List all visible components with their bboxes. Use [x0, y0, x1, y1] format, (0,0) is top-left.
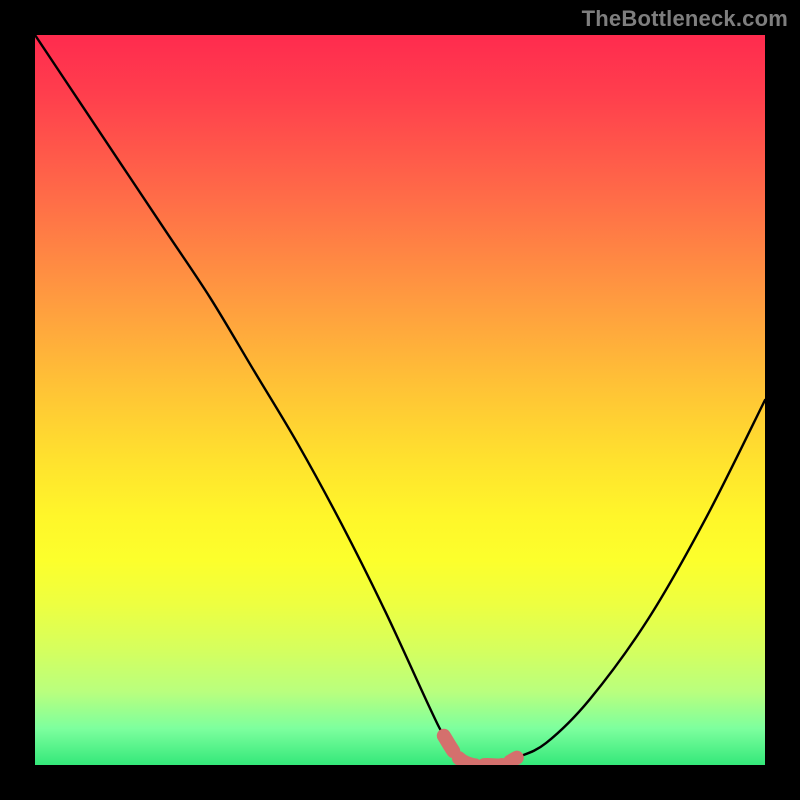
trough-highlight: [444, 736, 517, 765]
curve-layer: [35, 35, 765, 765]
plot-area: [35, 35, 765, 765]
bottleneck-curve: [35, 35, 765, 765]
chart-frame: TheBottleneck.com: [0, 0, 800, 800]
watermark-text: TheBottleneck.com: [582, 6, 788, 32]
